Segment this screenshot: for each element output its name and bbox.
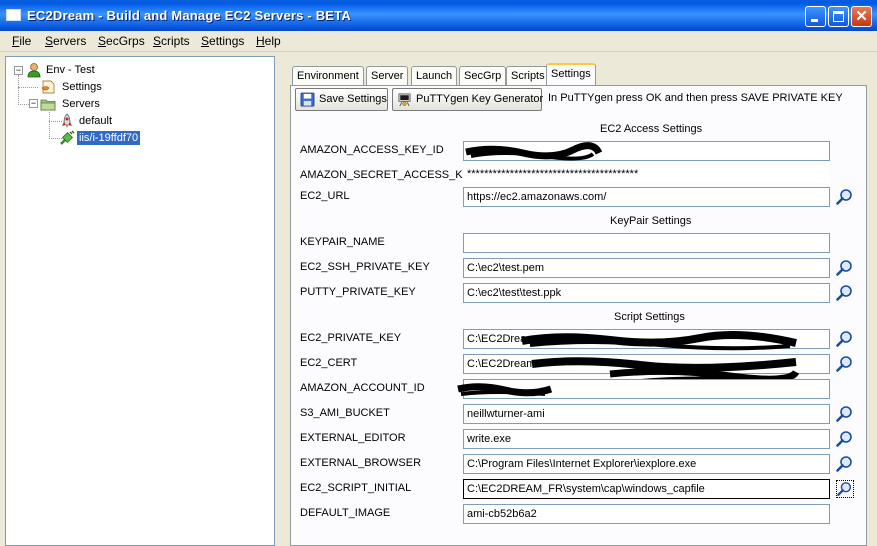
label-ec2-url: EC2_URL	[300, 190, 350, 202]
tab-launch[interactable]: Launch	[411, 66, 458, 85]
magnifier-icon[interactable]	[836, 355, 854, 373]
tab-scripts[interactable]: Scripts	[506, 66, 550, 85]
tab-environment[interactable]: Environment	[292, 66, 364, 85]
tab-secgrp[interactable]: SecGrp	[459, 66, 507, 85]
puttygen-hint: In PuTTYgen press OK and then press SAVE…	[548, 92, 843, 104]
input-putty-private-key[interactable]: C:\ec2\test\test.ppk	[463, 283, 830, 303]
menu-file[interactable]: File	[12, 34, 31, 48]
label-ec2-cert: EC2_CERT	[300, 357, 358, 369]
maximize-button[interactable]	[828, 6, 849, 27]
plug-icon	[60, 130, 75, 145]
close-icon: ✕	[855, 8, 868, 25]
label-amazon-secret-access-key: AMAZON_SECRET_ACCESS_KEY	[300, 169, 478, 181]
save-icon	[300, 92, 315, 107]
close-button[interactable]: ✕	[851, 6, 872, 27]
label-keypair-name: KEYPAIR_NAME	[300, 236, 385, 248]
tree-item-servers[interactable]: Servers	[60, 97, 102, 111]
minimize-button[interactable]	[805, 6, 826, 27]
tree-collapse-servers[interactable]: −	[29, 99, 38, 108]
label-external-browser: EXTERNAL_BROWSER	[300, 457, 422, 469]
menu-help[interactable]: Help	[256, 34, 281, 48]
label-amazon-access-key-id: AMAZON_ACCESS_KEY_ID	[300, 144, 444, 156]
redaction-scribble	[465, 142, 603, 161]
magnifier-icon[interactable]	[836, 455, 854, 473]
input-s3-ami-bucket[interactable]: neillwturner-ami	[463, 404, 830, 424]
label-amazon-account-id: AMAZON_ACCOUNT_ID	[300, 382, 425, 394]
label-s3-ami-bucket: S3_AMI_BUCKET	[300, 407, 390, 419]
magnifier-icon[interactable]	[836, 405, 854, 423]
label-ec2-ssh-private-key: EC2_SSH_PRIVATE_KEY	[300, 261, 430, 273]
magnifier-icon[interactable]	[836, 330, 854, 348]
magnifier-icon[interactable]	[836, 430, 854, 448]
app-icon	[6, 9, 21, 21]
puttygen-label: PuTTYgen Key Generator	[416, 93, 544, 105]
input-default-image[interactable]: ami-cb52b6a2	[463, 504, 830, 524]
input-ec2-ssh-private-key[interactable]: C:\ec2\test.pem	[463, 258, 830, 278]
menu-secgrps[interactable]: SecGrps	[98, 34, 145, 48]
magnifier-icon[interactable]	[836, 188, 854, 206]
tree-item-env[interactable]: Env - Test	[44, 63, 97, 77]
section-ec2-access: EC2 Access Settings	[600, 123, 703, 135]
label-default-image: DEFAULT_IMAGE	[300, 507, 391, 519]
tab-settings[interactable]: Settings	[546, 63, 596, 86]
tree-item-default[interactable]: default	[77, 114, 114, 128]
save-settings-label: Save Settings	[319, 93, 387, 105]
input-ec2-url[interactable]: https://ec2.amazonaws.com/	[463, 187, 830, 207]
menu-settings[interactable]: Settings	[201, 34, 244, 48]
input-ec2-script-initial[interactable]: C:\EC2DREAM_FR\system\cap\windows_capfil…	[463, 479, 830, 499]
title-bar[interactable]: EC2Dream - Build and Manage EC2 Servers …	[0, 0, 877, 31]
magnifier-icon[interactable]	[836, 259, 854, 277]
redaction-scribble	[457, 383, 553, 397]
menu-scripts[interactable]: Scripts	[153, 34, 190, 48]
menu-bar: File Servers SecGrps Scripts Settings He…	[0, 31, 877, 52]
maximize-icon	[833, 11, 844, 22]
tree-item-settings[interactable]: Settings	[60, 80, 104, 94]
label-ec2-script-initial: EC2_SCRIPT_INITIAL	[300, 482, 412, 494]
window-title: EC2Dream - Build and Manage EC2 Servers …	[27, 8, 351, 23]
input-amazon-secret-access-key[interactable]: ****************************************	[463, 164, 830, 184]
puttygen-button[interactable]: PuTTYgen Key Generator	[392, 88, 544, 111]
rocket-icon	[62, 113, 72, 128]
tree-collapse-root[interactable]: −	[14, 66, 23, 75]
tree-item-selected-server[interactable]: iis/i-19ffdf70	[77, 131, 141, 145]
save-settings-button[interactable]: Save Settings	[295, 88, 388, 111]
folder-icon	[40, 99, 56, 111]
input-keypair-name[interactable]	[463, 233, 830, 253]
input-external-browser[interactable]: C:\Program Files\Internet Explorer\iexpl…	[463, 454, 830, 474]
environment-tree[interactable]: − Env - Test Settings − Servers default …	[5, 56, 275, 546]
settings-document-icon	[41, 80, 55, 94]
menu-servers[interactable]: Servers	[45, 34, 86, 48]
puttygen-icon	[398, 93, 411, 107]
minimize-icon	[811, 19, 818, 22]
magnifier-icon[interactable]	[836, 480, 854, 498]
label-putty-private-key: PUTTY_PRIVATE_KEY	[300, 286, 416, 298]
label-ec2-private-key: EC2_PRIVATE_KEY	[300, 332, 402, 344]
magnifier-icon[interactable]	[836, 284, 854, 302]
tab-server[interactable]: Server	[366, 66, 409, 85]
section-keypair: KeyPair Settings	[610, 215, 692, 227]
section-script: Script Settings	[614, 311, 685, 323]
label-external-editor: EXTERNAL_EDITOR	[300, 432, 406, 444]
input-external-editor[interactable]: write.exe	[463, 429, 830, 449]
user-icon	[27, 63, 41, 78]
